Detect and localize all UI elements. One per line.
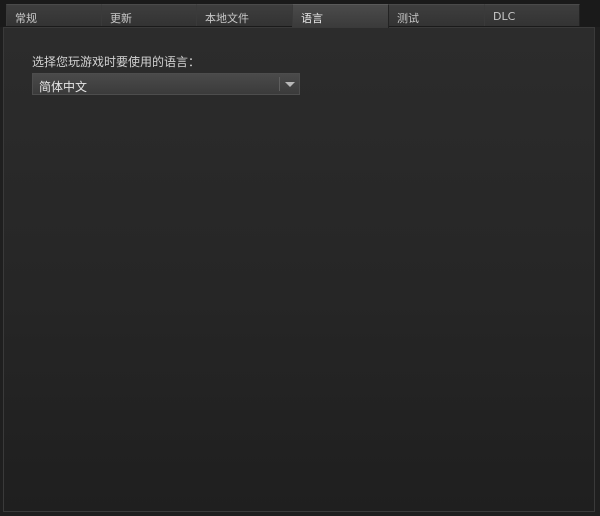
language-select[interactable]: 简体中文 bbox=[32, 73, 300, 95]
tab-local-files[interactable]: 本地文件 bbox=[196, 4, 293, 26]
tab-betas[interactable]: 测试 bbox=[388, 4, 485, 26]
tab-general[interactable]: 常规 bbox=[6, 4, 102, 26]
tab-language[interactable]: 语言 bbox=[292, 4, 389, 28]
game-properties-window: 常规 更新 本地文件 语言 测试 DLC 选择您玩游戏时要使用的语言： 简体中文 bbox=[0, 0, 600, 516]
language-panel: 选择您玩游戏时要使用的语言： 简体中文 bbox=[3, 27, 595, 512]
tab-updates[interactable]: 更新 bbox=[101, 4, 197, 26]
language-prompt-label: 选择您玩游戏时要使用的语言： bbox=[32, 55, 201, 69]
tab-dlc[interactable]: DLC bbox=[484, 4, 580, 26]
tab-bar: 常规 更新 本地文件 语言 测试 DLC bbox=[0, 0, 600, 28]
chevron-down-icon[interactable] bbox=[285, 82, 295, 87]
select-divider bbox=[279, 77, 280, 91]
language-select-value: 简体中文 bbox=[39, 80, 88, 94]
